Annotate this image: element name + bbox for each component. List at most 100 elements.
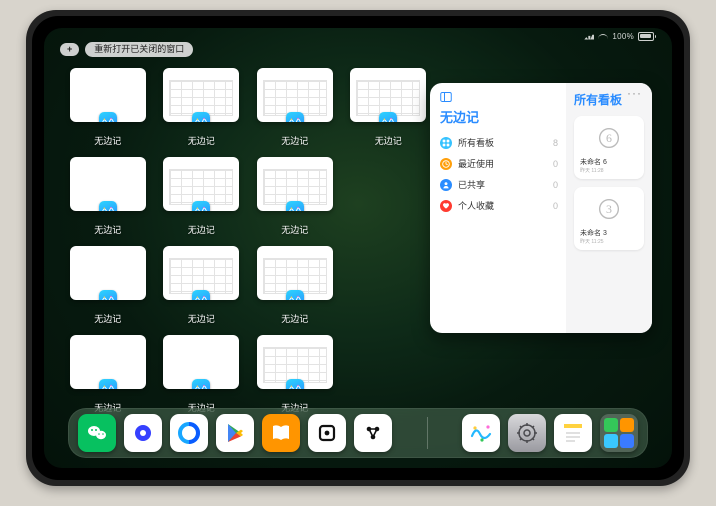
thumbnail-label: 无边记 [188, 134, 215, 147]
freeform-app-icon [286, 379, 304, 389]
board-time: 昨天 11:28 [580, 167, 638, 174]
dock-app-qq-browser[interactable] [170, 414, 208, 452]
freeform-app-icon [192, 290, 210, 300]
freeform-app-icon [99, 201, 117, 211]
reopen-closed-button[interactable]: 重新打开已关闭的窗口 [85, 42, 193, 57]
category-count: 8 [553, 138, 558, 148]
window-thumbnail[interactable]: 无边记 [255, 157, 335, 236]
category-count: 0 [553, 159, 558, 169]
board-name: 未命名 3 [580, 228, 638, 238]
window-thumbnail[interactable]: 无边记 [255, 335, 335, 414]
thumbnail-label: 无边记 [94, 312, 121, 325]
panel-boards: 所有看板 6 未命名 6 昨天 11:28 3 未命名 3 昨天 11:25 [566, 83, 652, 333]
dock-app-wechat[interactable] [78, 414, 116, 452]
category-person[interactable]: 已共享0 [440, 174, 558, 195]
window-thumbnail[interactable]: 无边记 [162, 68, 242, 147]
dock-app-quark[interactable] [124, 414, 162, 452]
thumbnail-window [257, 335, 333, 389]
status-bar: 100% [584, 32, 654, 41]
window-thumbnail[interactable]: 无边记 [162, 335, 242, 414]
dock-app-freeform[interactable] [462, 414, 500, 452]
dock-right-group [462, 414, 638, 452]
category-clock[interactable]: 最近使用 0 [440, 153, 558, 174]
ipad-screen: 100% 重新打开已关闭的窗口 无边记 无边记 无边记 [44, 28, 672, 468]
freeform-app-icon [192, 379, 210, 389]
window-thumbnail-grid: 无边记 无边记 无边记 无边记 无边记 [68, 68, 428, 414]
category-heart[interactable]: 个人收藏 0 [440, 195, 558, 216]
ipad-bezel: 100% 重新打开已关闭的窗口 无边记 无边记 无边记 [32, 16, 684, 480]
heart-icon [440, 200, 452, 212]
category-count: 0 [553, 180, 558, 190]
freeform-app-icon [192, 201, 210, 211]
cellular-icon [584, 34, 594, 40]
dock-app-settings[interactable] [508, 414, 546, 452]
board-card[interactable]: 3 未命名 3 昨天 11:25 [574, 187, 644, 250]
grid-icon [440, 137, 452, 149]
thumbnail-window [257, 157, 333, 211]
thumbnail-label: 无边记 [94, 134, 121, 147]
category-label: 所有看板 [458, 136, 494, 149]
freeform-app-icon [379, 112, 397, 122]
freeform-app-icon [99, 379, 117, 389]
board-sketch: 6 [586, 121, 632, 155]
dock-app-roam[interactable] [354, 414, 392, 452]
freeform-app-icon [286, 290, 304, 300]
freeform-app-icon [286, 201, 304, 211]
thumbnail-window [70, 157, 146, 211]
window-thumbnail[interactable]: 无边记 [68, 246, 148, 325]
dock-app-obsidian-like[interactable] [308, 414, 346, 452]
svg-text:6: 6 [606, 131, 612, 145]
person-icon [440, 179, 452, 191]
thumbnail-window [350, 68, 426, 122]
sidebar-toggle-icon[interactable] [440, 91, 452, 103]
dock-app-notes[interactable] [554, 414, 592, 452]
panel-left-title: 无边记 [440, 107, 558, 126]
window-thumbnail[interactable]: 无边记 [255, 246, 335, 325]
dock-app-books[interactable] [262, 414, 300, 452]
board-time: 昨天 11:25 [580, 238, 638, 245]
window-thumbnail[interactable]: 无边记 [162, 157, 242, 236]
thumbnail-window [70, 68, 146, 122]
window-thumbnail[interactable]: 无边记 [162, 246, 242, 325]
window-thumbnail[interactable]: 无边记 [68, 68, 148, 147]
category-count: 0 [553, 201, 558, 211]
dock-left-group [78, 414, 392, 452]
window-thumbnail[interactable]: 无边记 [255, 68, 335, 147]
dock-app-playstore[interactable] [216, 414, 254, 452]
ipad-frame: 100% 重新打开已关闭的窗口 无边记 无边记 无边记 [26, 10, 690, 486]
window-thumbnail[interactable]: 无边记 [68, 335, 148, 414]
clock-icon [440, 158, 452, 170]
category-label: 个人收藏 [458, 199, 494, 212]
dock [68, 408, 648, 458]
dock-app-folder[interactable] [600, 414, 638, 452]
battery-icon [638, 32, 654, 41]
window-thumbnail[interactable]: 无边记 [349, 68, 429, 147]
thumbnail-label: 无边记 [281, 223, 308, 236]
window-thumbnail[interactable]: 无边记 [68, 157, 148, 236]
thumbnail-label: 无边记 [281, 134, 308, 147]
battery-pct: 100% [612, 32, 634, 41]
thumbnail-window [70, 335, 146, 389]
board-sketch: 3 [586, 192, 632, 226]
thumbnail-label: 无边记 [281, 312, 308, 325]
more-icon[interactable]: ··· [627, 90, 642, 96]
panel-sidebar: 无边记 所有看板8最近使用0已共享0个人收藏0 [430, 83, 566, 333]
category-label: 最近使用 [458, 157, 494, 170]
category-grid[interactable]: 所有看板 8 [440, 132, 558, 153]
svg-text:3: 3 [606, 202, 612, 216]
thumbnail-label: 无边记 [375, 134, 402, 147]
thumbnail-window [163, 246, 239, 300]
add-button[interactable] [60, 43, 79, 56]
thumbnail-window [163, 335, 239, 389]
wifi-icon [598, 33, 608, 41]
thumbnail-label: 无边记 [94, 223, 121, 236]
top-pill-bar: 重新打开已关闭的窗口 [60, 42, 193, 57]
thumbnail-window [257, 246, 333, 300]
board-card[interactable]: 6 未命名 6 昨天 11:28 [574, 116, 644, 179]
thumbnail-label: 无边记 [188, 223, 215, 236]
freeform-app-icon [286, 112, 304, 122]
freeform-floating-panel[interactable]: ··· 无边记 所有看板8最近使用0已共享0个人收藏0 所有看板 6 未命名 6… [430, 83, 652, 333]
freeform-app-icon [192, 112, 210, 122]
thumbnail-label: 无边记 [188, 312, 215, 325]
thumbnail-window [163, 157, 239, 211]
